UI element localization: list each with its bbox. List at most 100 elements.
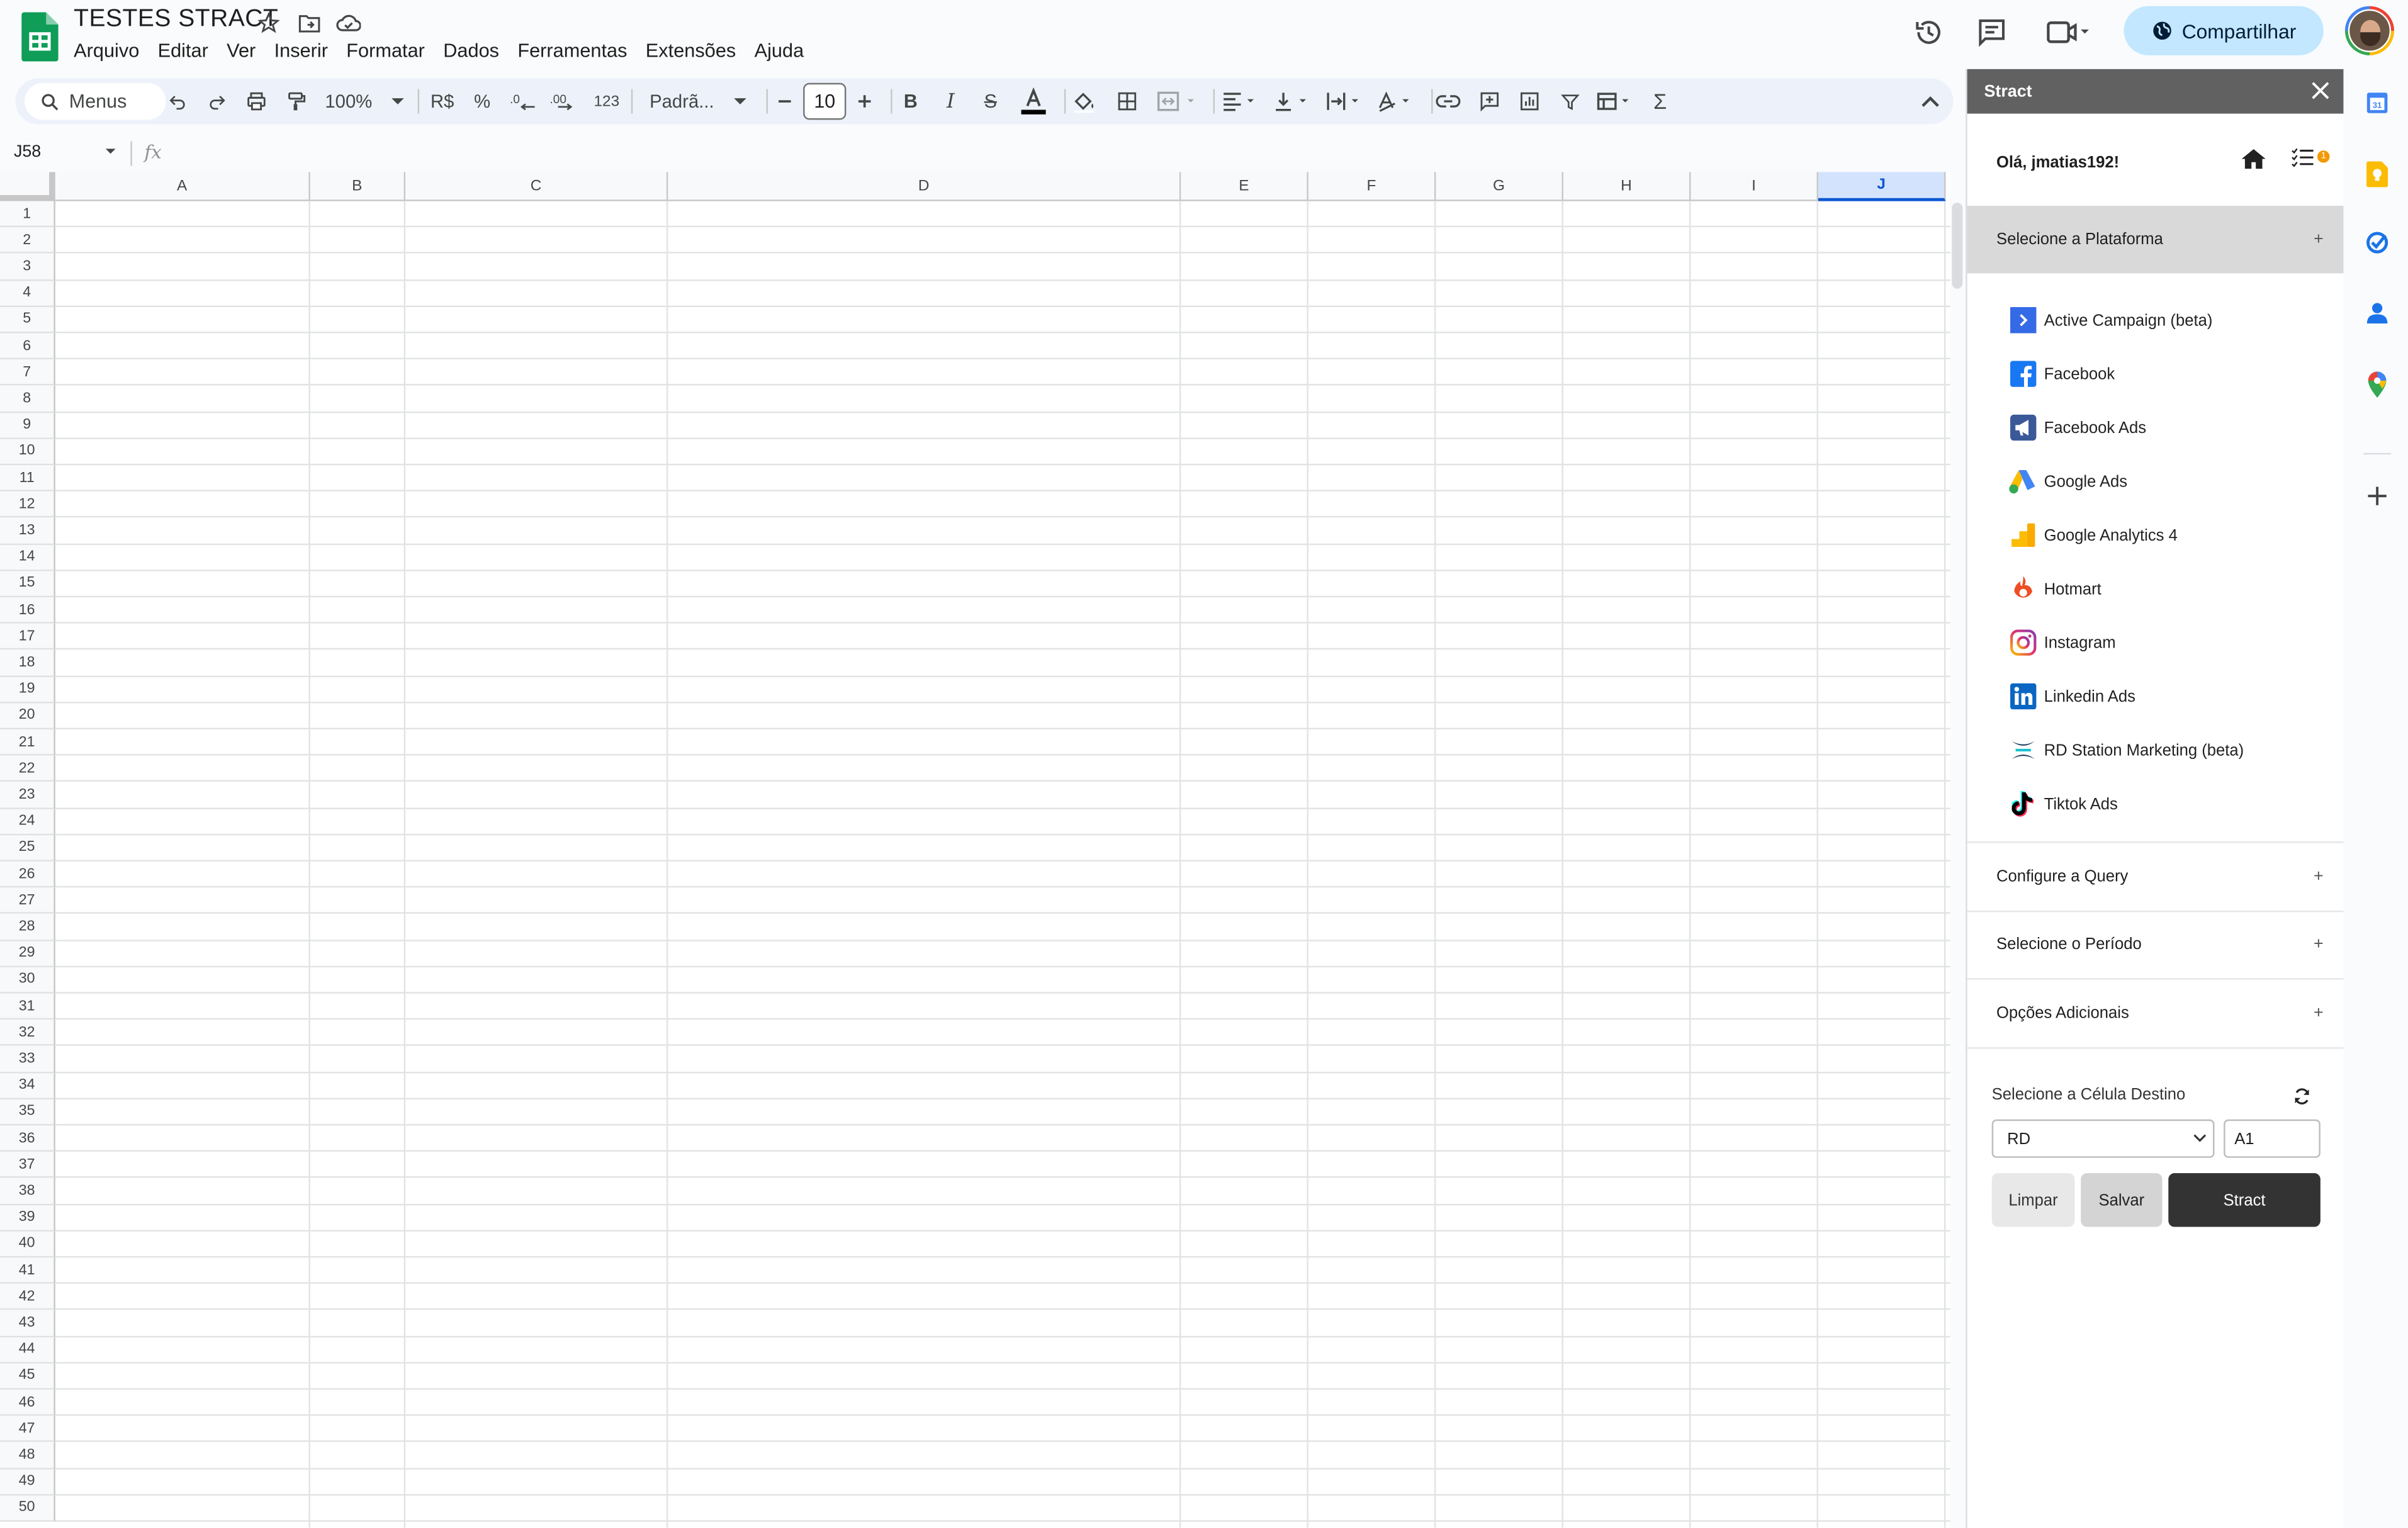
platform-item-tiktok[interactable]: Tiktok Ads <box>1967 777 2344 831</box>
column-header-f[interactable]: F <box>1308 172 1436 201</box>
menu-arquivo[interactable]: Arquivo <box>64 37 148 65</box>
row-header-23[interactable]: 23 <box>0 782 55 809</box>
row-header-42[interactable]: 42 <box>0 1284 55 1311</box>
section-select-period[interactable]: Selecione o Período + <box>1967 909 2344 979</box>
row-header-8[interactable]: 8 <box>0 386 55 413</box>
row-header-10[interactable]: 10 <box>0 439 55 466</box>
menu-ferramentas[interactable]: Ferramentas <box>509 37 636 65</box>
row-header-19[interactable]: 19 <box>0 677 55 703</box>
increase-decimals-button[interactable]: .00 <box>548 86 579 117</box>
platform-item-active-campaign[interactable]: Active Campaign (beta) <box>1967 293 2344 347</box>
search-menus-input[interactable]: Menus <box>25 82 166 120</box>
insert-chart-icon[interactable] <box>1517 86 1542 117</box>
row-header-18[interactable]: 18 <box>0 650 55 677</box>
move-folder-icon[interactable] <box>293 8 324 38</box>
cloud-saved-icon[interactable] <box>333 8 364 38</box>
meet-video-icon[interactable] <box>2044 15 2093 49</box>
menu-inserir[interactable]: Inserir <box>265 37 337 65</box>
row-header-26[interactable]: 26 <box>0 861 55 888</box>
column-header-h[interactable]: H <box>1563 172 1691 201</box>
row-header-1[interactable]: 1 <box>0 201 55 228</box>
row-header-45[interactable]: 45 <box>0 1363 55 1390</box>
name-box[interactable]: J58 <box>14 143 41 161</box>
menu-dados[interactable]: Dados <box>434 37 509 65</box>
row-header-12[interactable]: 12 <box>0 492 55 519</box>
row-header-6[interactable]: 6 <box>0 333 55 360</box>
section-select-platform[interactable]: Selecione a Plataforma + <box>1967 205 2344 274</box>
column-header-i[interactable]: I <box>1691 172 1818 201</box>
account-avatar[interactable] <box>2344 6 2394 55</box>
row-header-25[interactable]: 25 <box>0 834 55 862</box>
column-header-j[interactable]: J <box>1818 172 1946 201</box>
run-stract-button[interactable]: Stract <box>2168 1173 2321 1227</box>
task-list-icon[interactable] <box>2291 147 2314 167</box>
platform-item-hotmart[interactable]: Hotmart <box>1967 562 2344 615</box>
zoom-select[interactable]: 100% <box>322 86 408 117</box>
text-color-icon[interactable] <box>1018 86 1049 117</box>
format-percent-button[interactable]: % <box>471 86 493 117</box>
row-header-29[interactable]: 29 <box>0 940 55 967</box>
platform-item-google-analytics[interactable]: Google Analytics 4 <box>1967 508 2344 562</box>
menu-extensoes[interactable]: Extensões <box>636 37 745 65</box>
menu-ajuda[interactable]: Ajuda <box>745 37 813 65</box>
contacts-icon[interactable] <box>2363 300 2391 327</box>
spreadsheet-grid[interactable]: A B C D E F G H I J 1 2 3 4 5 6 7 8 9 10 11 12 13 14 15 16 17 18 19 2… <box>0 172 1950 1528</box>
collapse-toolbar-icon[interactable] <box>1918 86 1943 117</box>
row-header-22[interactable]: 22 <box>0 755 55 782</box>
row-header-36[interactable]: 36 <box>0 1125 55 1152</box>
row-header-50[interactable]: 50 <box>0 1495 55 1522</box>
decrease-font-size-icon[interactable] <box>774 86 796 117</box>
row-header-28[interactable]: 28 <box>0 914 55 941</box>
font-select[interactable]: Padrã... <box>650 86 748 117</box>
text-rotation-icon[interactable] <box>1375 86 1417 117</box>
version-history-icon[interactable] <box>1912 15 1946 49</box>
platform-item-facebook-ads[interactable]: Facebook Ads <box>1967 401 2344 454</box>
section-additional-options[interactable]: Opções Adicionais + <box>1967 978 2344 1047</box>
font-size-input[interactable]: 10 <box>803 82 847 120</box>
menu-ver[interactable]: Ver <box>218 37 265 65</box>
chevron-down-icon[interactable] <box>104 147 117 155</box>
italic-icon[interactable]: I <box>940 86 961 117</box>
menu-formatar[interactable]: Formatar <box>337 37 434 65</box>
star-icon[interactable] <box>254 8 284 38</box>
platform-item-facebook[interactable]: Facebook <box>1967 347 2344 400</box>
column-header-c[interactable]: C <box>405 172 668 201</box>
close-icon[interactable] <box>2310 80 2331 101</box>
calendar-icon[interactable]: 31 <box>2363 89 2391 117</box>
row-header-39[interactable]: 39 <box>0 1205 55 1232</box>
platform-item-google-ads[interactable]: Google Ads <box>1967 454 2344 508</box>
undo-icon[interactable] <box>164 86 189 117</box>
row-header-43[interactable]: 43 <box>0 1310 55 1337</box>
row-header-11[interactable]: 11 <box>0 465 55 492</box>
row-header-46[interactable]: 46 <box>0 1390 55 1417</box>
row-header-17[interactable]: 17 <box>0 624 55 651</box>
row-header-5[interactable]: 5 <box>0 306 55 334</box>
menu-editar[interactable]: Editar <box>149 37 218 65</box>
row-header-31[interactable]: 31 <box>0 993 55 1020</box>
increase-font-size-icon[interactable] <box>854 86 875 117</box>
print-icon[interactable] <box>244 86 269 117</box>
row-header-14[interactable]: 14 <box>0 544 55 571</box>
row-header-34[interactable]: 34 <box>0 1072 55 1099</box>
row-header-48[interactable]: 48 <box>0 1442 55 1469</box>
bold-icon[interactable]: B <box>900 86 921 117</box>
column-header-a[interactable]: A <box>55 172 310 201</box>
maps-icon[interactable] <box>2363 370 2391 398</box>
share-button[interactable]: Compartilhar <box>2124 6 2324 55</box>
insert-comment-icon[interactable] <box>1477 86 1502 117</box>
row-header-44[interactable]: 44 <box>0 1337 55 1364</box>
filter-icon[interactable] <box>1557 86 1582 117</box>
sheet-select[interactable]: RD <box>1991 1119 2215 1158</box>
row-header-35[interactable]: 35 <box>0 1099 55 1126</box>
row-header-47[interactable]: 47 <box>0 1416 55 1443</box>
insert-link-icon[interactable] <box>1436 86 1461 117</box>
vertical-scrollbar[interactable] <box>1952 203 1963 289</box>
row-header-20[interactable]: 20 <box>0 703 55 729</box>
vertical-align-icon[interactable] <box>1271 86 1314 117</box>
row-header-21[interactable]: 21 <box>0 729 55 756</box>
functions-icon[interactable]: Σ <box>1648 86 1672 117</box>
document-title[interactable]: TESTES STRACT <box>74 6 278 34</box>
column-header-e[interactable]: E <box>1181 172 1308 201</box>
cell-input[interactable]: A1 <box>2224 1119 2321 1158</box>
redo-icon[interactable] <box>205 86 229 117</box>
